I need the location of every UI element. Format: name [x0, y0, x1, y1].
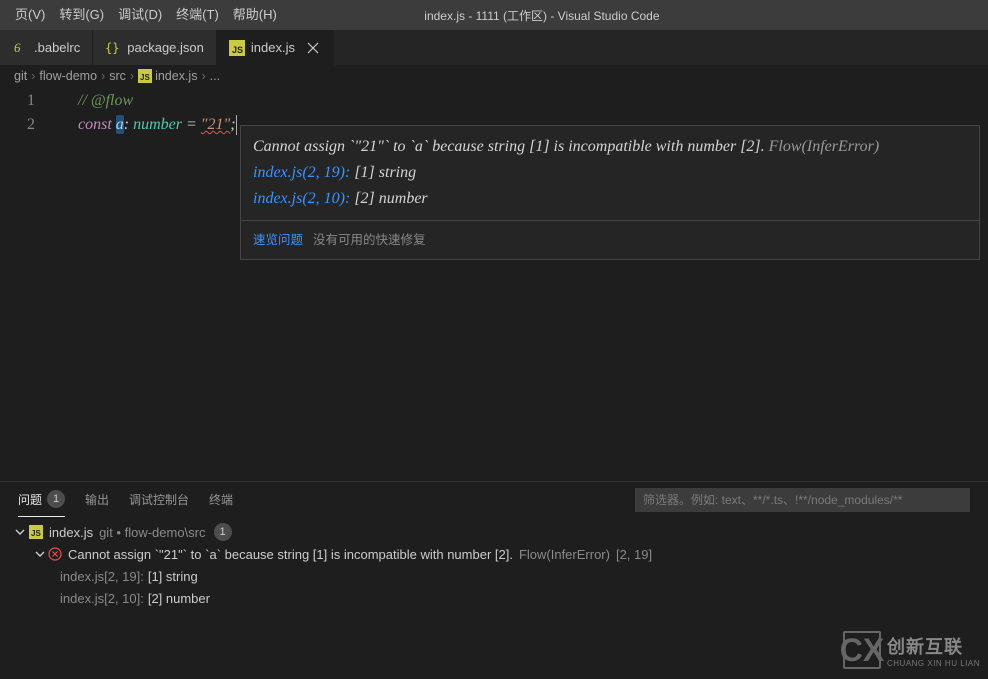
error-hover-tooltip: Cannot assign `"21"` to `a` because stri…	[240, 125, 980, 260]
detail-loc: index.js[2, 19]:	[60, 569, 144, 584]
line-number: 2	[0, 113, 55, 137]
peek-problem-link[interactable]: 速览问题	[253, 227, 303, 253]
hover-link[interactable]: index.js(2, 10):	[253, 190, 350, 207]
babel-icon: 6	[12, 40, 28, 56]
problem-source: Flow(InferError)	[519, 547, 610, 562]
menu-go[interactable]: 转到(G)	[52, 0, 111, 30]
hover-ref: index.js(2, 10): [2] number	[253, 186, 967, 212]
tab-babelrc[interactable]: 6 .babelrc	[0, 30, 93, 65]
tab-indexjs[interactable]: JS index.js	[217, 30, 334, 65]
panel-tab-bar: 问题1 输出 调试控制台 终端	[0, 482, 988, 517]
menu-view[interactable]: 页(V)	[8, 0, 52, 30]
bc-file[interactable]: index.js	[155, 69, 197, 83]
svg-text:{}: {}	[105, 41, 119, 55]
watermark-icon: CX	[843, 631, 881, 669]
bc-tail[interactable]: ...	[210, 69, 220, 83]
js-icon: JS	[28, 524, 44, 540]
bc-seg[interactable]: flow-demo	[39, 69, 97, 83]
breadcrumb[interactable]: git› flow-demo› src› JS index.js› ...	[0, 65, 988, 87]
panel-tab-output[interactable]: 输出	[85, 482, 109, 517]
problem-message: Cannot assign `"21"` to `a` because stri…	[68, 547, 513, 562]
file-error-count-badge: 1	[214, 523, 232, 541]
panel-tab-terminal[interactable]: 终端	[209, 482, 233, 517]
watermark-subtext: CHUANG XIN HU LIAN	[887, 659, 980, 668]
tab-packagejson[interactable]: {} package.json	[93, 30, 217, 65]
problems-file-path: git • flow-demo\src	[99, 525, 205, 540]
svg-text:JS: JS	[31, 529, 41, 538]
menu-debug[interactable]: 调试(D)	[111, 0, 169, 30]
detail-msg: [1] string	[148, 569, 198, 584]
problems-file-row[interactable]: JS index.js git • flow-demo\src 1	[12, 521, 976, 543]
tab-label: package.json	[127, 40, 204, 55]
line-number: 1	[0, 89, 55, 113]
svg-text:JS: JS	[140, 73, 150, 82]
tab-label: .babelrc	[34, 40, 80, 55]
code-line[interactable]: // @flow	[78, 89, 988, 113]
hover-ref: index.js(2, 19): [1] string	[253, 160, 967, 186]
svg-text:JS: JS	[232, 45, 243, 55]
tab-bar: 6 .babelrc {} package.json JS index.js	[0, 30, 988, 65]
problem-row[interactable]: Cannot assign `"21"` to `a` because stri…	[12, 543, 976, 565]
problems-file-name: index.js	[49, 525, 93, 540]
error-icon	[48, 547, 62, 561]
watermark-text: 创新互联	[887, 633, 980, 659]
detail-loc: index.js[2, 10]:	[60, 591, 144, 606]
problems-filter-input[interactable]	[635, 488, 970, 512]
js-icon: JS	[138, 69, 152, 83]
js-icon: JS	[229, 40, 245, 56]
menu-help[interactable]: 帮助(H)	[226, 0, 284, 30]
chevron-down-icon[interactable]	[12, 526, 28, 538]
window-title: index.js - 1111 (工作区) - Visual Studio Co…	[284, 7, 800, 24]
svg-text:6: 6	[14, 40, 21, 55]
close-icon[interactable]	[305, 40, 321, 56]
no-quick-fix-label: 没有可用的快速修复	[313, 227, 426, 253]
hover-message: Cannot assign `"21"` to `a` because stri…	[253, 134, 967, 160]
line-gutter: 1 2	[0, 89, 55, 137]
bc-seg[interactable]: src	[109, 69, 126, 83]
detail-msg: [2] number	[148, 591, 210, 606]
problem-location: [2, 19]	[616, 547, 652, 562]
hover-link[interactable]: index.js(2, 19):	[253, 164, 350, 181]
bc-seg[interactable]: git	[14, 69, 27, 83]
menu-terminal[interactable]: 终端(T)	[169, 0, 226, 30]
chevron-down-icon[interactable]	[32, 548, 48, 560]
panel-tab-debugconsole[interactable]: 调试控制台	[129, 482, 189, 517]
panel-tab-problems[interactable]: 问题1	[18, 482, 65, 517]
problem-detail-row[interactable]: index.js[2, 10]: [2] number	[60, 587, 976, 609]
problems-badge: 1	[47, 490, 65, 508]
menu-bar: 页(V) 转到(G) 调试(D) 终端(T) 帮助(H) index.js - …	[0, 0, 988, 30]
watermark-logo: CX 创新互联 CHUANG XIN HU LIAN	[843, 631, 980, 669]
json-icon: {}	[105, 40, 121, 56]
tab-label: index.js	[251, 40, 295, 55]
problems-tree: JS index.js git • flow-demo\src 1 Cannot…	[0, 517, 988, 613]
problem-detail-row[interactable]: index.js[2, 19]: [1] string	[60, 565, 976, 587]
